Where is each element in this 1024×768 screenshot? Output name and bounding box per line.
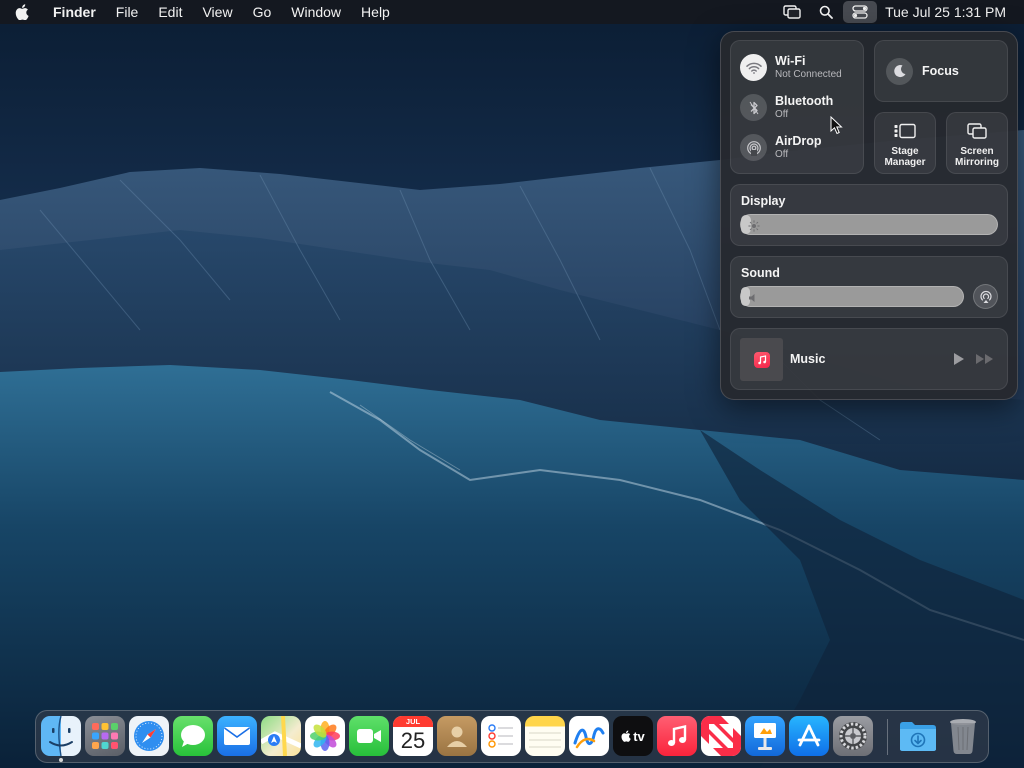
brightness-slider[interactable] — [740, 214, 998, 235]
calendar-icon[interactable]: JUL 25 — [393, 716, 433, 756]
airdrop-toggle[interactable]: AirDrop Off — [740, 134, 822, 161]
safari-icon[interactable] — [129, 716, 169, 756]
menu-app-name[interactable]: Finder — [44, 0, 106, 24]
menu-bar: Finder File Edit View Go Window Help Tue… — [0, 0, 1024, 24]
stage-manager-button[interactable]: Stage Manager — [874, 112, 936, 174]
screen-mirroring-label-line2: Mirroring — [955, 157, 999, 168]
airplay-audio-icon[interactable] — [973, 284, 998, 309]
menu-go[interactable]: Go — [243, 0, 282, 24]
screen-mirroring-button[interactable]: Screen Mirroring — [946, 112, 1008, 174]
play-icon[interactable] — [952, 351, 966, 372]
finder-running-indicator — [59, 758, 63, 762]
facetime-icon[interactable] — [349, 716, 389, 756]
music-icon[interactable] — [657, 716, 697, 756]
now-playing-label: Music — [790, 352, 826, 366]
notes-icon[interactable] — [525, 716, 565, 756]
photos-icon[interactable] — [305, 716, 345, 756]
system-settings-icon[interactable] — [833, 716, 873, 756]
stage-manager-label-line2: Manager — [884, 157, 926, 168]
moon-icon — [886, 57, 913, 85]
messages-icon[interactable] — [173, 716, 213, 756]
control-center-panel: Wi-Fi Not Connected Bluetooth Off AirDro… — [720, 31, 1018, 400]
bluetooth-label: Bluetooth — [775, 93, 834, 108]
menu-file[interactable]: File — [106, 0, 149, 24]
launchpad-icon[interactable] — [85, 716, 125, 756]
airdrop-status: Off — [775, 149, 789, 161]
maps-icon[interactable] — [261, 716, 301, 756]
reminders-icon[interactable] — [481, 716, 521, 756]
focus-label: Focus — [922, 64, 959, 78]
menu-bar-clock[interactable]: Tue Jul 25 1:31 PM — [877, 4, 1024, 20]
music-app-icon — [753, 351, 770, 368]
bluetooth-toggle[interactable]: Bluetooth Off — [740, 94, 833, 121]
volume-slider[interactable] — [740, 286, 964, 307]
menu-help[interactable]: Help — [351, 0, 400, 24]
keynote-icon[interactable] — [745, 716, 785, 756]
sun-icon — [748, 219, 760, 237]
fast-forward-icon[interactable] — [975, 351, 995, 372]
app-store-icon[interactable] — [789, 716, 829, 756]
contacts-icon[interactable] — [437, 716, 477, 756]
dock-separator — [887, 719, 888, 755]
freeform-icon[interactable] — [569, 716, 609, 756]
wifi-status: Not Connected — [775, 69, 842, 81]
album-art[interactable] — [740, 338, 783, 381]
spotlight-search-icon[interactable] — [809, 0, 843, 24]
sound-label: Sound — [741, 266, 780, 280]
mouse-pointer-icon — [830, 115, 844, 141]
wifi-label: Wi-Fi — [775, 53, 806, 68]
menu-view[interactable]: View — [192, 0, 242, 24]
screen-mirroring-label-line1: Screen — [960, 146, 994, 157]
downloads-folder-icon[interactable] — [898, 716, 938, 756]
menu-edit[interactable]: Edit — [148, 0, 192, 24]
connectivity-module: Wi-Fi Not Connected Bluetooth Off AirDro… — [730, 40, 864, 174]
wifi-icon[interactable] — [740, 54, 767, 81]
dock: JUL 25 tv — [35, 710, 989, 763]
airdrop-icon[interactable] — [740, 134, 767, 161]
apple-tv-label: tv — [633, 728, 645, 744]
display-module: Display — [730, 184, 1008, 246]
wifi-toggle[interactable]: Wi-Fi Not Connected — [740, 54, 842, 81]
airdrop-label: AirDrop — [775, 133, 822, 148]
calendar-day: 25 — [400, 728, 426, 753]
screen-mirroring-icon — [947, 122, 1007, 140]
display-label: Display — [741, 194, 786, 208]
focus-button[interactable]: Focus — [874, 40, 1008, 102]
now-playing-module: Music — [730, 328, 1008, 390]
sound-module: Sound — [730, 256, 1008, 318]
menu-window[interactable]: Window — [281, 0, 351, 24]
trash-icon[interactable] — [943, 716, 983, 756]
stage-manager-icon — [875, 122, 935, 140]
news-icon[interactable] — [701, 716, 741, 756]
control-center-icon[interactable] — [843, 1, 878, 23]
bluetooth-icon[interactable] — [740, 94, 767, 121]
stage-manager-label-line1: Stage — [891, 146, 919, 157]
apple-logo-icon[interactable] — [0, 4, 44, 20]
calendar-month: JUL — [393, 716, 433, 727]
screen-mirroring-icon[interactable] — [775, 0, 809, 24]
speaker-icon — [748, 291, 760, 309]
mail-icon[interactable] — [217, 716, 257, 756]
bluetooth-status: Off — [775, 109, 789, 121]
finder-icon[interactable] — [41, 716, 81, 756]
apple-tv-icon[interactable]: tv — [613, 716, 653, 756]
